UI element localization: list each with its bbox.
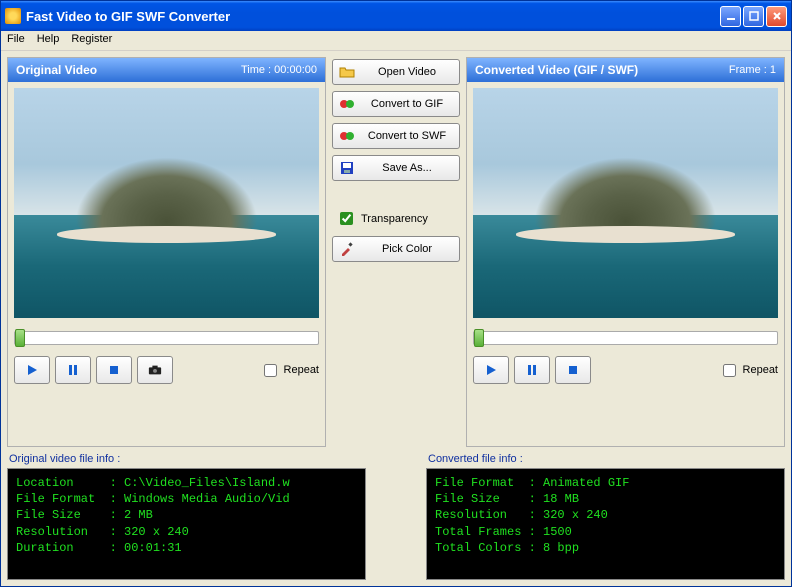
original-video-panel: Original Video Time : 00:00:00 Repeat [7,57,326,447]
snapshot-button[interactable] [137,356,173,384]
converted-seek-slider[interactable] [473,328,778,348]
close-button[interactable] [766,6,787,27]
content-area: Original Video Time : 00:00:00 Repeat [1,51,791,586]
top-row: Original Video Time : 00:00:00 Repeat [7,57,785,447]
convert-swf-icon [339,128,355,144]
slider-thumb-icon[interactable] [15,329,25,347]
converted-info-panel: Converted file info : File Format : Anim… [426,451,785,580]
pause-button[interactable] [514,356,550,384]
play-button[interactable] [473,356,509,384]
converted-video-viewport [473,88,778,318]
original-info-text: Location : C:\Video_Files\Island.w File … [7,468,366,580]
slider-thumb-icon[interactable] [474,329,484,347]
converted-video-panel: Converted Video (GIF / SWF) Frame : 1 Re… [466,57,785,447]
menu-file[interactable]: File [7,33,25,48]
repeat-checkbox[interactable]: Repeat [719,361,778,380]
repeat-checkbox[interactable]: Repeat [260,361,319,380]
save-icon [339,160,355,176]
transparency-checkbox[interactable]: Transparency [332,207,460,230]
pick-color-button[interactable]: Pick Color [332,236,460,262]
converted-info-label: Converted file info : [428,453,785,465]
original-seek-slider[interactable] [14,328,319,348]
stop-button[interactable] [96,356,132,384]
titlebar[interactable]: Fast Video to GIF SWF Converter [1,1,791,31]
time-label: Time : 00:00:00 [241,64,317,76]
converted-controls: Repeat [473,356,778,384]
app-icon [5,8,21,24]
converted-panel-title: Converted Video (GIF / SWF) [475,63,638,77]
folder-open-icon [339,64,355,80]
window-title: Fast Video to GIF SWF Converter [26,9,230,24]
original-panel-header: Original Video Time : 00:00:00 [8,58,325,82]
convert-to-swf-button[interactable]: Convert to SWF [332,123,460,149]
open-video-button[interactable]: Open Video [332,59,460,85]
original-video-viewport [14,88,319,318]
menubar: File Help Register [1,31,791,51]
original-controls: Repeat [14,356,319,384]
info-row: Original video file info : Location : C:… [7,451,785,580]
converted-info-text: File Format : Animated GIF File Size : 1… [426,468,785,580]
play-button[interactable] [14,356,50,384]
eyedropper-icon [339,241,355,257]
convert-gif-icon [339,96,355,112]
convert-to-gif-button[interactable]: Convert to GIF [332,91,460,117]
menu-register[interactable]: Register [71,33,112,48]
pause-button[interactable] [55,356,91,384]
minimize-button[interactable] [720,6,741,27]
original-info-panel: Original video file info : Location : C:… [7,451,366,580]
maximize-button[interactable] [743,6,764,27]
stop-button[interactable] [555,356,591,384]
original-panel-title: Original Video [16,63,97,77]
frame-label: Frame : 1 [729,64,776,76]
app-window: Fast Video to GIF SWF Converter File Hel… [0,0,792,587]
save-as-button[interactable]: Save As... [332,155,460,181]
center-controls: Open Video Convert to GIF Convert to SWF… [332,57,460,447]
converted-panel-header: Converted Video (GIF / SWF) Frame : 1 [467,58,784,82]
original-info-label: Original video file info : [9,453,366,465]
menu-help[interactable]: Help [37,33,60,48]
